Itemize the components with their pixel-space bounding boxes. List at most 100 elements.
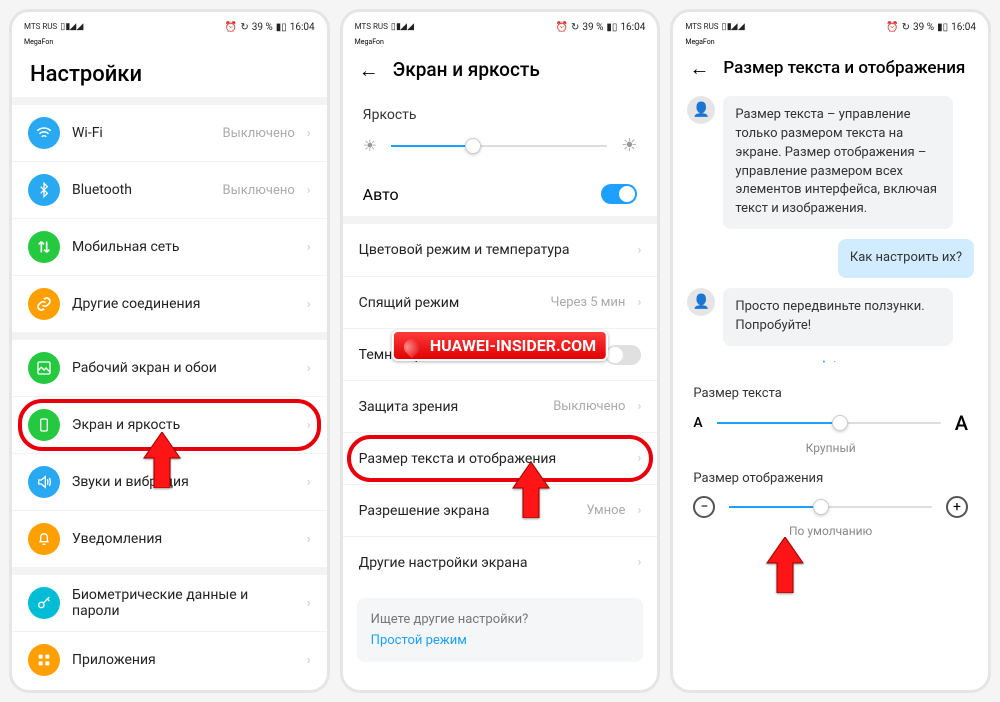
alarm-icon: ⏰ <box>886 22 898 33</box>
header: ← Экран и яркость <box>343 48 658 93</box>
a-small-icon: A <box>693 415 702 431</box>
row-wallpaper[interactable]: Рабочий экран и обои › <box>12 340 327 396</box>
row-label: Другие настройки экрана <box>359 555 626 571</box>
statusbar: MTS RUS ▯ ▮◢ ◢ ⏰ ↻ 39 % ▮▯ 16:04 <box>343 12 658 38</box>
statusbar: MTS RUS ▯ ▮◢ ◢ ⏰ ↻ 39 % ▮▯ 16:04 <box>12 12 327 38</box>
row-label: Экран и яркость <box>72 417 295 433</box>
brightness-slider[interactable]: ☀ ☀ <box>343 131 658 172</box>
row-label: Защита зрения <box>359 399 542 415</box>
row-label: Рабочий экран и обои <box>72 360 295 376</box>
display-size-heading: Размер отображения <box>673 465 988 494</box>
row-label: Размер текста и отображения <box>359 451 626 467</box>
plus-icon[interactable]: + <box>946 496 968 518</box>
minus-icon[interactable]: − <box>693 496 715 518</box>
back-button[interactable]: ← <box>689 58 709 78</box>
bell-icon <box>28 523 60 555</box>
sun-large-icon: ☀ <box>621 135 637 156</box>
row-label: Цветовой режим и температура <box>359 242 626 258</box>
alarm-icon: ⏰ <box>225 22 237 33</box>
chat-bubble: Просто передвиньте ползунки. Попробуйте! <box>723 288 953 346</box>
sub-carrier: MegaFon <box>24 38 53 46</box>
text-size-slider[interactable]: A A <box>673 409 988 437</box>
chevron-right-icon: › <box>637 399 641 414</box>
chevron-right-icon: › <box>307 183 311 198</box>
carrier-label: MTS RUS <box>355 23 388 31</box>
sync-icon: ↻ <box>571 22 579 33</box>
avatar-icon: 👤 <box>687 288 715 316</box>
display-size-slider[interactable]: − + <box>673 494 988 520</box>
display-size-value: По умолчанию <box>673 520 988 548</box>
mobile-data-icon <box>28 231 60 263</box>
clock-text: 16:04 <box>620 22 645 33</box>
chat-bubble: Размер текста – управление только размер… <box>723 96 953 229</box>
alarm-icon: ⏰ <box>556 22 568 33</box>
row-label: Приложения <box>72 652 295 668</box>
auto-brightness-row[interactable]: Авто <box>343 172 658 216</box>
chevron-right-icon: › <box>307 596 311 611</box>
signal-icon: ▯ ▮◢ ◢ <box>60 22 82 32</box>
header: ← Размер текста и отображения <box>673 48 988 90</box>
header: Настройки <box>12 48 327 97</box>
row-label: Разрешение экрана <box>359 503 575 519</box>
bluetooth-icon <box>28 174 60 206</box>
chevron-right-icon: › <box>637 503 641 518</box>
row-value: Выключено <box>223 126 295 141</box>
row-resolution[interactable]: Разрешение экрана Умное › <box>343 484 658 536</box>
row-dark-mode[interactable]: Темный режим <box>343 328 658 380</box>
battery-pct: 39 % <box>582 22 603 33</box>
row-biometrics[interactable]: Биометрические данные и пароли › <box>12 575 327 631</box>
row-sleep[interactable]: Спящий режим Через 5 мин › <box>343 276 658 328</box>
row-value: Выключено <box>223 183 295 198</box>
row-apps[interactable]: Приложения › <box>12 631 327 688</box>
chevron-right-icon: › <box>307 361 311 376</box>
back-button[interactable]: ← <box>359 60 379 80</box>
sub-carrier: MegaFon <box>355 38 384 46</box>
avatar-icon: 👤 <box>687 96 715 124</box>
row-color-mode[interactable]: Цветовой режим и температура › <box>343 224 658 276</box>
row-wifi[interactable]: Wi-Fi Выключено › <box>12 105 327 161</box>
hint-card: Ищете другие настройки? Простой режим <box>357 598 644 662</box>
row-mobile[interactable]: Мобильная сеть › <box>12 218 327 275</box>
wifi-icon <box>28 117 60 149</box>
row-bluetooth[interactable]: Bluetooth Выключено › <box>12 161 327 218</box>
battery-icon: ▮▯ <box>606 22 617 33</box>
apps-icon <box>28 644 60 676</box>
row-label: Звуки и вибрация <box>72 474 295 490</box>
row-value: Умное <box>586 503 625 518</box>
toggle-switch[interactable] <box>605 345 641 365</box>
chevron-right-icon: › <box>307 475 311 490</box>
chevron-right-icon: › <box>637 295 641 310</box>
battery-icon: ▮▯ <box>276 22 287 33</box>
row-eye-comfort[interactable]: Защита зрения Выключено › <box>343 380 658 432</box>
hint-question: Ищете другие настройки? <box>371 612 630 627</box>
row-sound[interactable]: Звуки и вибрация › <box>12 453 327 510</box>
page-title: Настройки <box>30 62 142 87</box>
signal-icon: ▯ ▮◢ ◢ <box>391 22 413 32</box>
battery-pct: 39 % <box>252 22 273 33</box>
chat-bubble: Как настроить их? <box>838 239 974 278</box>
clock-text: 16:04 <box>290 22 315 33</box>
row-text-size[interactable]: Размер текста и отображения › <box>343 432 658 484</box>
link-icon <box>28 288 60 320</box>
sync-icon: ↻ <box>902 22 910 33</box>
statusbar: MTS RUS ▯ ▮◢ ◢ ⏰ ↻ 39 % ▮▯ 16:04 <box>673 12 988 38</box>
battery-pct: 39 % <box>913 22 934 33</box>
row-display[interactable]: Экран и яркость › <box>12 396 327 453</box>
chevron-right-icon: › <box>637 243 641 258</box>
row-connections[interactable]: Другие соединения › <box>12 275 327 332</box>
toggle-switch[interactable] <box>601 184 637 204</box>
row-label: Уведомления <box>72 531 295 547</box>
hint-link[interactable]: Простой режим <box>371 633 630 648</box>
chevron-right-icon: › <box>307 653 311 668</box>
row-label: Wi-Fi <box>72 125 211 141</box>
chevron-right-icon: › <box>637 451 641 466</box>
chevron-right-icon: › <box>307 418 311 433</box>
row-label: Спящий режим <box>359 295 539 311</box>
row-label: Биометрические данные и пароли <box>72 587 295 619</box>
row-notifications[interactable]: Уведомления › <box>12 510 327 567</box>
row-other-display[interactable]: Другие настройки экрана › <box>343 536 658 588</box>
row-label: Bluetooth <box>72 182 211 198</box>
sound-icon <box>28 466 60 498</box>
sub-carrier: MegaFon <box>685 38 714 46</box>
phone-settings: MTS RUS ▯ ▮◢ ◢ ⏰ ↻ 39 % ▮▯ 16:04 MegaFon… <box>9 9 330 693</box>
